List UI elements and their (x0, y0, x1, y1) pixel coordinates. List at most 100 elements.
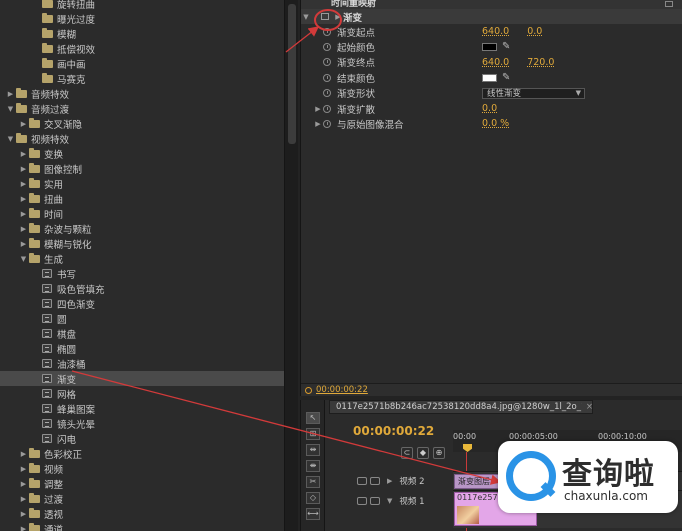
stopwatch-icon[interactable] (323, 27, 331, 36)
color-swatch[interactable] (482, 73, 497, 82)
clip-gradient-layer[interactable]: 渐变图层 (454, 474, 502, 489)
disclosure-arrow-icon[interactable]: ▼ (6, 135, 15, 143)
disclosure-arrow-icon[interactable]: ▶ (19, 480, 28, 488)
folder-item[interactable]: ▼ 视频特效 (0, 131, 284, 146)
gradient-shape-select[interactable]: 线性渐变 ▼ (482, 87, 585, 99)
folder-item[interactable]: ▶ 透视 (0, 506, 284, 521)
folder-item[interactable]: 画中画 (0, 56, 284, 71)
stopwatch-icon[interactable] (323, 58, 331, 67)
effect-row-gradient[interactable]: ▼ ▶ 渐变 (301, 9, 682, 24)
folder-item[interactable]: ▶ 变换 (0, 146, 284, 161)
disclosure-arrow-icon[interactable]: ▶ (19, 240, 28, 248)
folder-item[interactable]: ▼ 生成 (0, 251, 284, 266)
stopwatch-icon[interactable] (323, 119, 331, 128)
selection-tool-icon[interactable]: ↖ (306, 412, 320, 424)
folder-item[interactable]: ▶ 色彩校正 (0, 446, 284, 461)
value-x[interactable]: 640.0 (482, 26, 509, 37)
effect-item[interactable]: 网格 (0, 386, 284, 401)
folder-item[interactable]: ▶ 通道 (0, 521, 284, 531)
folder-item[interactable]: 模糊 (0, 26, 284, 41)
disclosure-arrow-icon[interactable]: ▶ (19, 465, 28, 473)
disclosure-arrow-icon[interactable]: ▶ (19, 165, 28, 173)
folder-item[interactable]: ▶ 模糊与锐化 (0, 236, 284, 251)
lock-icon[interactable] (370, 477, 380, 485)
folder-item[interactable]: ▼ 音频过渡 (0, 101, 284, 116)
folder-item[interactable]: ▶ 扭曲 (0, 191, 284, 206)
folder-item[interactable]: ▶ 时间 (0, 206, 284, 221)
effect-item[interactable]: 椭圆 (0, 341, 284, 356)
effect-item[interactable]: 四色渐变 (0, 296, 284, 311)
folder-item[interactable]: ▶ 过渡 (0, 491, 284, 506)
eye-icon[interactable] (357, 477, 367, 485)
folder-item[interactable]: ▶ 音频特效 (0, 86, 284, 101)
track-select-tool-icon[interactable]: ⊞ (306, 428, 320, 440)
disclosure-arrow-icon[interactable]: ▶ (19, 225, 28, 233)
effect-item[interactable]: 油漆桶 (0, 356, 284, 371)
effect-item[interactable]: 渐变 (0, 371, 284, 386)
value-y[interactable]: 0.0 (527, 26, 542, 37)
value[interactable]: 0.0 % (482, 118, 509, 129)
link-icon[interactable]: ⊕ (433, 447, 445, 459)
value[interactable]: 0.0 (482, 103, 497, 114)
disclosure-arrow-icon[interactable]: ▶ (19, 495, 28, 503)
disclosure-arrow-icon[interactable]: ▶ (19, 450, 28, 458)
stopwatch-icon[interactable] (323, 73, 331, 82)
scrollbar-thumb[interactable] (288, 4, 296, 144)
effect-item[interactable]: 圆 (0, 311, 284, 326)
eye-icon[interactable] (357, 497, 367, 505)
slide-tool-icon[interactable]: ⟷ (306, 508, 320, 520)
property-expand-icon[interactable]: ▶ (313, 120, 323, 128)
folder-item[interactable]: ▶ 调整 (0, 476, 284, 491)
fx-toggle-icon[interactable] (321, 13, 329, 20)
sequence-tab[interactable]: 0117e2571b8b246ac72538120dd8a4.jpg@1280w… (329, 400, 593, 414)
slip-tool-icon[interactable]: ◇ (306, 492, 320, 504)
marker-icon[interactable]: ◆ (417, 447, 429, 459)
color-swatch[interactable] (482, 42, 497, 51)
folder-item[interactable]: 马赛克 (0, 71, 284, 86)
ripple-edit-tool-icon[interactable]: ⇹ (306, 444, 320, 456)
playhead[interactable] (463, 444, 472, 452)
rate-stretch-tool-icon[interactable]: ⇼ (306, 460, 320, 472)
snap-icon[interactable]: ⊂ (401, 447, 413, 459)
folder-item[interactable]: ▶ 视频 (0, 461, 284, 476)
collapse-toggle-icon[interactable]: ▼ (301, 13, 311, 21)
track-expand-icon[interactable]: ▶ (387, 477, 392, 485)
panel-menu-icon[interactable] (665, 1, 673, 7)
stopwatch-icon[interactable] (323, 42, 331, 51)
folder-item[interactable]: 抵偿视效 (0, 41, 284, 56)
effect-item[interactable]: 蜂巢图案 (0, 401, 284, 416)
effects-tree-scrollbar[interactable] (284, 0, 298, 531)
folder-item[interactable]: ▶ 杂波与颗粒 (0, 221, 284, 236)
disclosure-arrow-icon[interactable]: ▶ (19, 120, 28, 128)
property-expand-icon[interactable]: ▶ (313, 105, 323, 113)
track-collapse-icon[interactable]: ▼ (387, 497, 392, 505)
stopwatch-icon[interactable] (323, 89, 331, 98)
effect-item[interactable]: 闪电 (0, 431, 284, 446)
disclosure-arrow-icon[interactable]: ▶ (6, 90, 15, 98)
folder-item[interactable]: 旋转扭曲 (0, 0, 284, 11)
razor-tool-icon[interactable]: ✂ (306, 476, 320, 488)
eyedropper-icon[interactable]: ✎ (502, 41, 510, 52)
value-y[interactable]: 720.0 (527, 57, 554, 68)
effect-item[interactable]: 棋盘 (0, 326, 284, 341)
folder-item[interactable]: ▶ 交叉渐隐 (0, 116, 284, 131)
disclosure-arrow-icon[interactable]: ▶ (19, 180, 28, 188)
value-x[interactable]: 640.0 (482, 57, 509, 68)
tab-close-icon[interactable]: × (586, 402, 592, 412)
lock-icon[interactable] (370, 497, 380, 505)
effect-item[interactable]: 吸色管填充 (0, 281, 284, 296)
disclosure-arrow-icon[interactable]: ▶ (19, 150, 28, 158)
disclosure-arrow-icon[interactable]: ▶ (19, 525, 28, 531)
folder-item[interactable]: ▶ 实用 (0, 176, 284, 191)
expand-arrow-icon[interactable]: ▶ (333, 13, 343, 21)
stopwatch-icon[interactable] (323, 104, 331, 113)
eyedropper-icon[interactable]: ✎ (502, 72, 510, 83)
disclosure-arrow-icon[interactable]: ▶ (19, 195, 28, 203)
disclosure-arrow-icon[interactable]: ▶ (19, 210, 28, 218)
effect-controls-timecode[interactable]: 00:00:00:22 (316, 385, 368, 395)
effect-item[interactable]: 书写 (0, 266, 284, 281)
folder-item[interactable]: ▶ 图像控制 (0, 161, 284, 176)
disclosure-arrow-icon[interactable]: ▼ (19, 255, 28, 263)
effect-item[interactable]: 镜头光晕 (0, 416, 284, 431)
disclosure-arrow-icon[interactable]: ▶ (19, 510, 28, 518)
